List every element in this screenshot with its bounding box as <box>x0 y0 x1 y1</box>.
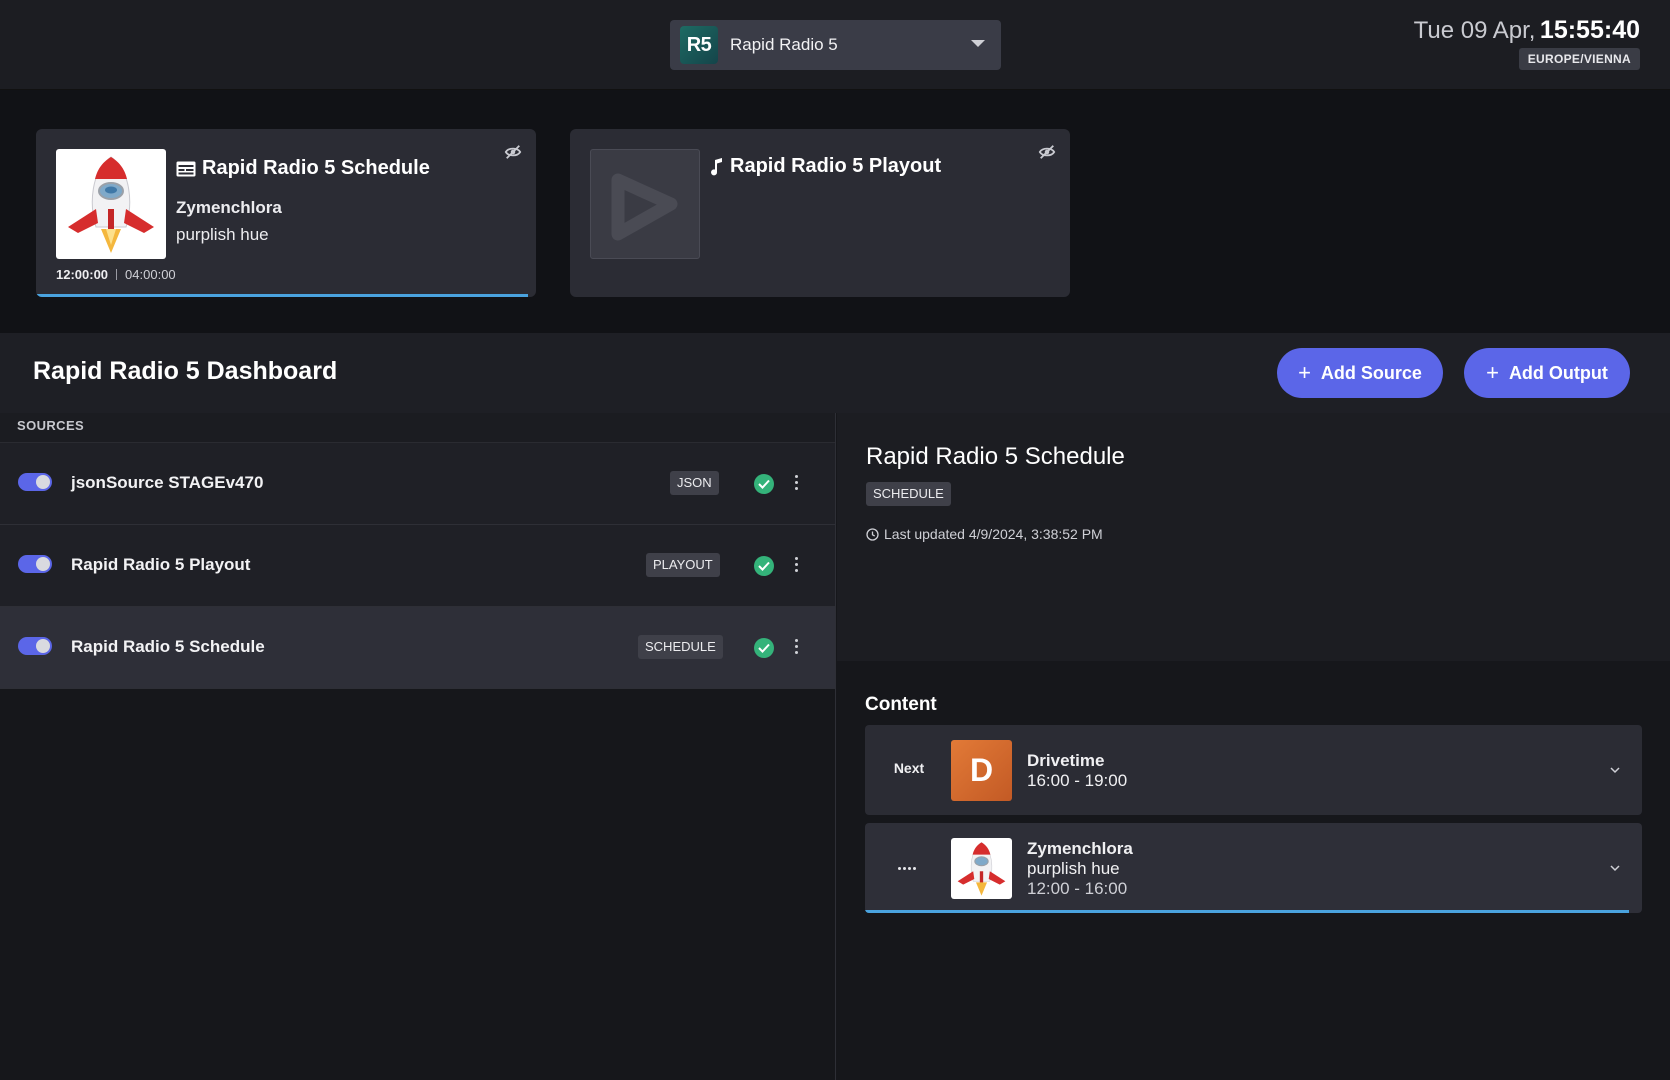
source-type-badge: PLAYOUT <box>646 553 720 577</box>
content-item-time: 12:00 - 16:00 <box>1027 879 1128 898</box>
source-type-badge: JSON <box>670 471 719 495</box>
more-horizontal-icon <box>898 867 916 870</box>
content-item-progress <box>865 910 1629 913</box>
page-title: Rapid Radio 5 Dashboard <box>33 357 338 385</box>
eye-off-icon[interactable] <box>504 143 522 161</box>
now-playing-title-text: Rapid Radio 5 Playout <box>730 155 942 177</box>
station-selector[interactable]: R5 Rapid Radio 5 <box>670 20 1001 70</box>
clock: Tue 09 Apr, 15:55:40 <box>1414 16 1640 45</box>
source-toggle[interactable] <box>18 637 52 655</box>
content-item[interactable]: Next D Drivetime 16:00 - 19:00 <box>865 725 1642 815</box>
now-playing-progress <box>36 294 528 297</box>
drivetime-artwork: D <box>951 740 1012 801</box>
plus-icon: + <box>1298 360 1311 385</box>
content-item-label: Next <box>893 760 925 776</box>
now-playing-title: Rapid Radio 5 Playout <box>710 155 941 178</box>
rocket-artwork <box>951 838 1012 899</box>
elapsed-time: 12:00:00 <box>56 267 109 282</box>
content-area: Content Next D Drivetime 16:00 - 19:00 Z… <box>837 661 1670 1080</box>
sources-panel: SOURCES jsonSource STAGEv470 JSON Rapid … <box>0 413 836 1080</box>
now-playing-line-2: purplish hue <box>176 225 269 244</box>
now-playing-title: Rapid Radio 5 Schedule <box>176 157 430 180</box>
dashboard-header: Rapid Radio 5 Dashboard + Add Source + Add… <box>0 333 1670 413</box>
last-updated: Last updated 4/9/2024, 3:38:52 PM <box>866 526 1103 542</box>
source-row[interactable]: jsonSource STAGEv470 JSON <box>0 443 835 525</box>
clock-date: Tue 09 Apr, <box>1413 17 1536 44</box>
content-item-text: Zymenchlora purplish hue 12:00 - 16:00 <box>1027 839 1133 899</box>
chevron-down-icon[interactable] <box>1610 863 1620 873</box>
rocket-artwork <box>56 149 166 259</box>
toggle-knob <box>36 639 50 653</box>
play-logo-placeholder <box>590 149 700 259</box>
plus-icon: + <box>1486 360 1499 385</box>
caret-down-icon <box>971 40 985 47</box>
clock-icon <box>866 527 879 541</box>
last-updated-text: Last updated 4/9/2024, 3:38:52 PM <box>884 526 1103 542</box>
source-toggle[interactable] <box>18 473 52 491</box>
check-circle-icon <box>754 474 774 494</box>
source-type-badge: SCHEDULE <box>638 635 723 659</box>
now-playing-line-1: Zymenchlora <box>176 198 282 217</box>
content-item-title: Zymenchlora <box>1027 839 1133 858</box>
chevron-down-icon[interactable] <box>1610 765 1620 775</box>
add-output-button[interactable]: + Add Output <box>1464 348 1630 398</box>
source-name: Rapid Radio 5 Playout <box>71 555 251 574</box>
content-item-text: Drivetime 16:00 - 19:00 <box>1027 751 1127 791</box>
check-circle-icon <box>754 638 774 658</box>
content-item-current[interactable]: Zymenchlora purplish hue 12:00 - 16:00 <box>865 823 1642 913</box>
add-source-button[interactable]: + Add Source <box>1277 348 1443 398</box>
time-separator <box>116 269 118 280</box>
source-details: Rapid Radio 5 Schedule SCHEDULE Last upd… <box>837 413 1670 661</box>
toggle-knob <box>36 475 50 489</box>
source-name: jsonSource STAGEv470 <box>71 473 264 492</box>
station-logo: R5 <box>680 26 718 64</box>
schedule-icon <box>176 161 196 176</box>
eye-off-icon[interactable] <box>1038 143 1056 161</box>
now-playing-card-playout[interactable]: Rapid Radio 5 Playout <box>570 129 1070 297</box>
toggle-knob <box>36 557 50 571</box>
content-item-title: Drivetime <box>1027 751 1105 770</box>
more-vertical-icon[interactable] <box>791 472 801 494</box>
source-name: Rapid Radio 5 Schedule <box>71 637 265 656</box>
now-playing-title-text: Rapid Radio 5 Schedule <box>202 157 430 179</box>
now-playing-band: Rapid Radio 5 Schedule Zymenchlora purpl… <box>0 90 1670 333</box>
now-playing-card-schedule[interactable]: Rapid Radio 5 Schedule Zymenchlora purpl… <box>36 129 536 297</box>
check-circle-icon <box>754 556 774 576</box>
more-vertical-icon[interactable] <box>791 554 801 576</box>
sources-heading: SOURCES <box>0 413 835 443</box>
clock-time: 15:55:40 <box>1539 16 1640 44</box>
content-item-time: 16:00 - 19:00 <box>1027 771 1128 790</box>
music-note-icon <box>711 157 722 175</box>
top-bar: R5 Rapid Radio 5 Tue 09 Apr, 15:55:40 EU… <box>0 0 1670 90</box>
content-item-subtitle: purplish hue <box>1027 859 1120 878</box>
more-vertical-icon[interactable] <box>791 636 801 658</box>
source-row-selected[interactable]: Rapid Radio 5 Schedule SCHEDULE <box>0 607 835 689</box>
details-title: Rapid Radio 5 Schedule <box>866 443 1125 470</box>
duration-time: 04:00:00 <box>125 267 176 282</box>
now-playing-times: 12:00:00 04:00:00 <box>56 267 176 282</box>
details-type-badge: SCHEDULE <box>866 482 951 506</box>
content-heading: Content <box>865 694 937 715</box>
station-name: Rapid Radio 5 <box>730 35 838 54</box>
source-row[interactable]: Rapid Radio 5 Playout PLAYOUT <box>0 525 835 607</box>
source-toggle[interactable] <box>18 555 52 573</box>
timezone-badge: EUROPE/VIENNA <box>1518 48 1640 70</box>
